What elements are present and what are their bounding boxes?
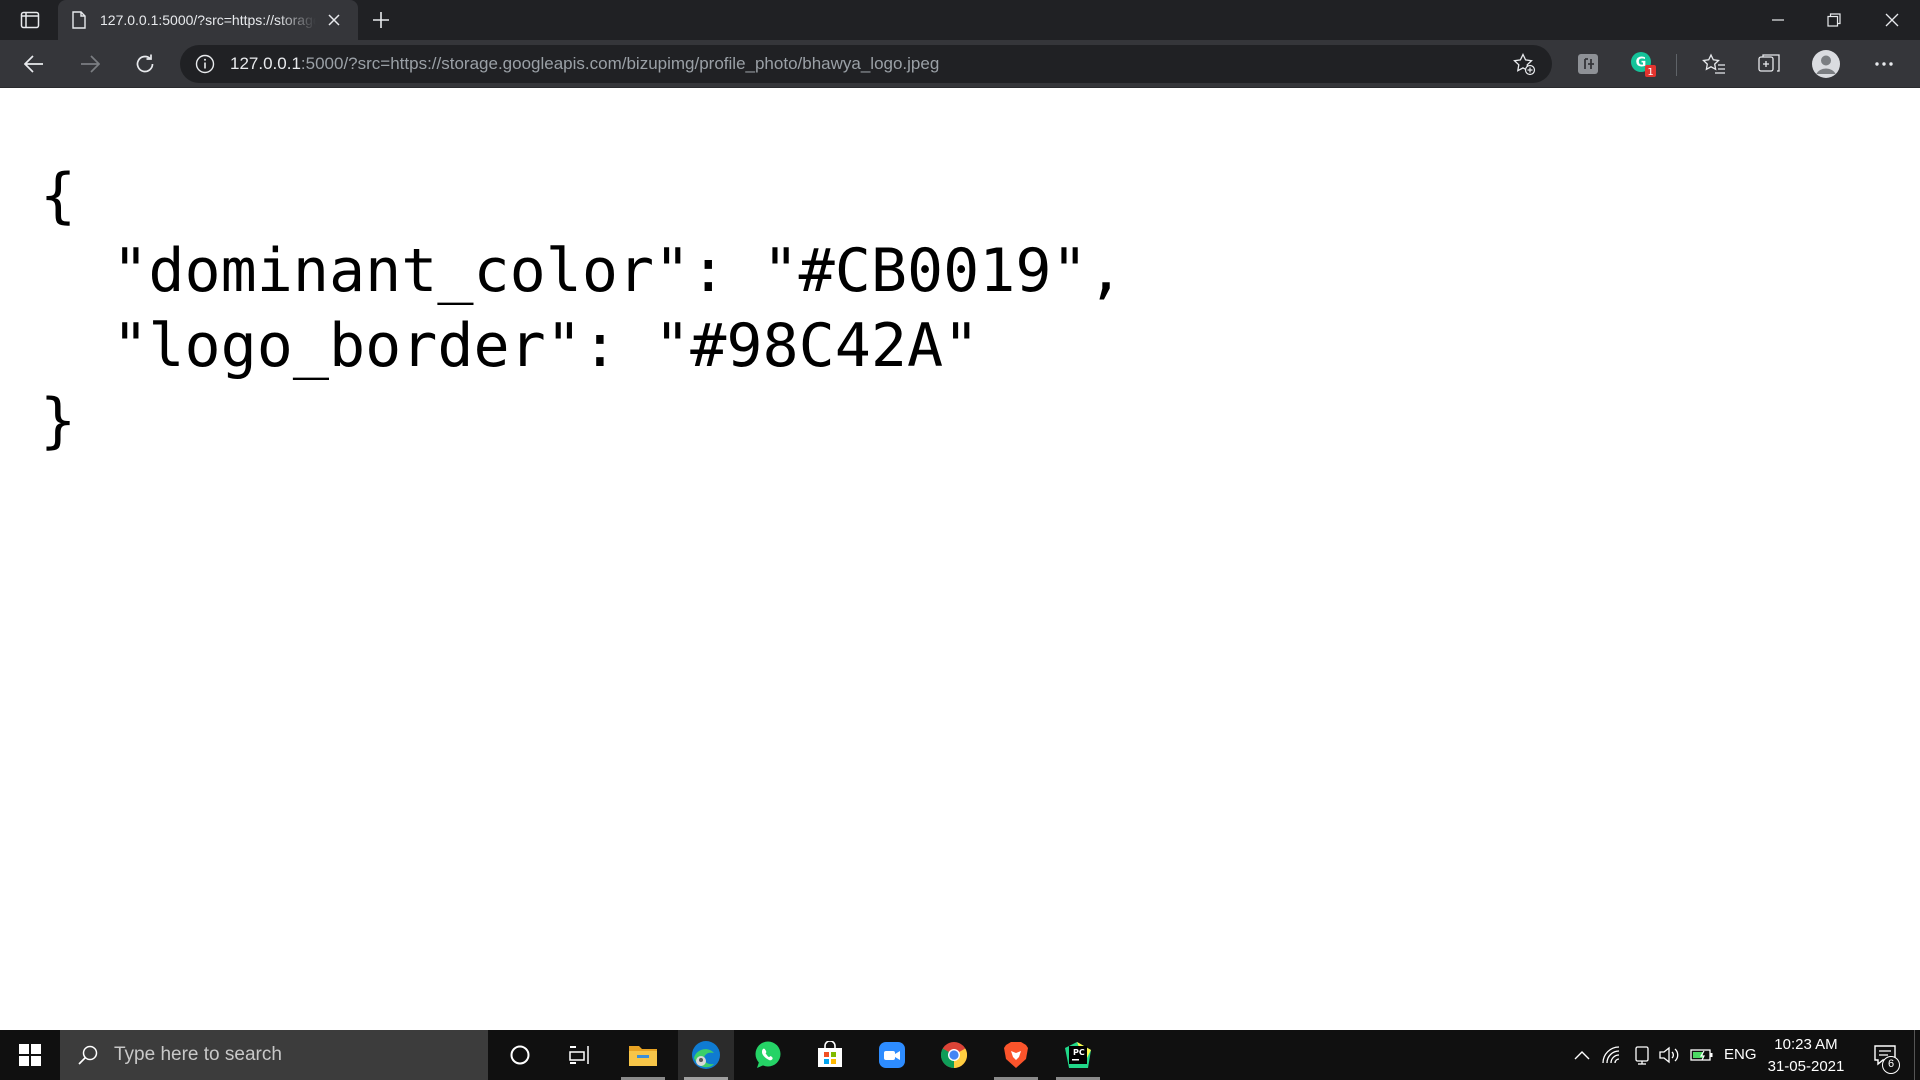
- back-button[interactable]: [16, 46, 52, 82]
- favorites-icon: [1702, 53, 1725, 74]
- chevron-up-icon: [1574, 1051, 1590, 1060]
- forward-arrow-icon: [81, 55, 100, 73]
- show-desktop-button[interactable]: [1914, 1030, 1920, 1080]
- refresh-button[interactable]: [127, 46, 163, 82]
- whatsapp-icon: [755, 1041, 781, 1068]
- info-icon[interactable]: [194, 53, 216, 75]
- windows-taskbar: Type here to search PC ENG 10:23 AM 31-0…: [0, 1030, 1920, 1080]
- avatar-icon: [1812, 50, 1840, 78]
- json-line-logo-border: "logo_border": "#98C42A": [40, 311, 980, 381]
- star-add-icon: [1513, 53, 1536, 76]
- new-tab-button[interactable]: [366, 6, 396, 34]
- battery-charging-icon: [1690, 1049, 1713, 1061]
- add-favorite-button[interactable]: [1510, 50, 1538, 78]
- windows-logo-icon: [19, 1044, 41, 1066]
- tab-title: 127.0.0.1:5000/?src=https://storage.goog…: [100, 12, 316, 28]
- url-path: :5000/?src=https://storage.googleapis.co…: [300, 54, 940, 73]
- grammarly-extension-button[interactable]: G1: [1627, 48, 1659, 80]
- task-view-icon: [569, 1046, 589, 1064]
- tab-actions-button[interactable]: [12, 6, 48, 34]
- page-icon: [70, 10, 88, 30]
- svg-text:G: G: [1636, 56, 1647, 71]
- task-view-button[interactable]: [552, 1030, 608, 1080]
- more-dots-icon: [1875, 62, 1893, 66]
- battery-button[interactable]: [1690, 1043, 1714, 1067]
- network-button[interactable]: [1600, 1043, 1624, 1067]
- edge-button[interactable]: [678, 1030, 734, 1080]
- wifi-icon: [1602, 1046, 1620, 1064]
- collections-button[interactable]: [1753, 48, 1785, 80]
- browser-titlebar: 127.0.0.1:5000/?src=https://storage.goog…: [0, 0, 1920, 40]
- extension-badge: 1: [1647, 67, 1653, 78]
- file-explorer-icon: [629, 1046, 657, 1066]
- close-window-button[interactable]: [1864, 0, 1920, 40]
- start-button[interactable]: [0, 1030, 60, 1080]
- extension-button[interactable]: [1572, 48, 1604, 80]
- json-open-brace: {: [40, 161, 77, 231]
- cortana-button[interactable]: [492, 1030, 548, 1080]
- clock[interactable]: 10:23 AM 31-05-2021: [1762, 1034, 1850, 1078]
- cortana-icon: [510, 1045, 530, 1065]
- minimize-button[interactable]: [1750, 0, 1806, 40]
- close-tab-button[interactable]: [322, 8, 346, 32]
- device-icon: [1635, 1046, 1649, 1065]
- restore-icon: [1827, 13, 1841, 27]
- speaker-icon: [1659, 1046, 1679, 1064]
- search-placeholder: Type here to search: [114, 1044, 282, 1065]
- plus-icon: [373, 12, 389, 28]
- clock-date: 31-05-2021: [1767, 1058, 1845, 1075]
- settings-more-button[interactable]: [1868, 48, 1900, 80]
- grammarly-icon: G1: [1631, 52, 1656, 78]
- brave-icon: [1004, 1042, 1028, 1068]
- taskbar-search-box[interactable]: Type here to search: [60, 1030, 488, 1080]
- tab-actions-icon: [20, 11, 40, 29]
- json-response: { "dominant_color": "#CB0019", "logo_bor…: [40, 159, 1124, 459]
- microsoft-store-button[interactable]: [802, 1030, 858, 1080]
- forward-button[interactable]: [72, 46, 108, 82]
- action-center-button[interactable]: 6: [1860, 1030, 1910, 1080]
- close-icon: [328, 14, 340, 26]
- back-arrow-icon: [24, 55, 43, 73]
- pycharm-button[interactable]: PC: [1050, 1030, 1106, 1080]
- file-explorer-button[interactable]: [615, 1030, 671, 1080]
- toolbar-divider: [1676, 54, 1677, 76]
- browser-tab[interactable]: 127.0.0.1:5000/?src=https://storage.goog…: [58, 0, 358, 40]
- notification-count-badge: 6: [1882, 1056, 1900, 1074]
- clock-time: 10:23 AM: [1774, 1036, 1838, 1053]
- chrome-icon: [940, 1042, 968, 1069]
- zoom-button[interactable]: [864, 1030, 920, 1080]
- minimize-icon: [1772, 19, 1784, 21]
- page-content: { "dominant_color": "#CB0019", "logo_bor…: [0, 89, 1920, 1029]
- chrome-button[interactable]: [926, 1030, 982, 1080]
- input-language[interactable]: ENG: [1724, 1030, 1757, 1080]
- zoom-icon: [879, 1042, 905, 1068]
- restore-button[interactable]: [1806, 0, 1862, 40]
- browser-toolbar: 127.0.0.1:5000/?src=https://storage.goog…: [0, 40, 1920, 88]
- device-button[interactable]: [1630, 1043, 1654, 1067]
- show-hidden-icons-button[interactable]: [1570, 1043, 1594, 1067]
- profile-button[interactable]: [1810, 48, 1842, 80]
- whatsapp-button[interactable]: [740, 1030, 796, 1080]
- svg-text:PC: PC: [1073, 1048, 1085, 1057]
- store-icon: [818, 1041, 842, 1067]
- brave-button[interactable]: [988, 1030, 1044, 1080]
- close-window-icon: [1885, 13, 1899, 27]
- url-host: 127.0.0.1: [230, 54, 301, 73]
- url-text[interactable]: 127.0.0.1:5000/?src=https://storage.goog…: [230, 54, 1510, 74]
- search-icon: [76, 1043, 100, 1067]
- edge-icon: [692, 1041, 720, 1069]
- address-bar[interactable]: 127.0.0.1:5000/?src=https://storage.goog…: [180, 45, 1552, 83]
- extension-icon: [1578, 54, 1598, 74]
- pycharm-icon: PC: [1065, 1042, 1091, 1068]
- collections-icon: [1758, 54, 1780, 72]
- json-close-brace: }: [40, 386, 77, 456]
- json-line-dominant-color: "dominant_color": "#CB0019",: [40, 236, 1124, 306]
- favorites-button[interactable]: [1698, 48, 1730, 80]
- volume-button[interactable]: [1658, 1043, 1682, 1067]
- refresh-icon: [136, 54, 154, 73]
